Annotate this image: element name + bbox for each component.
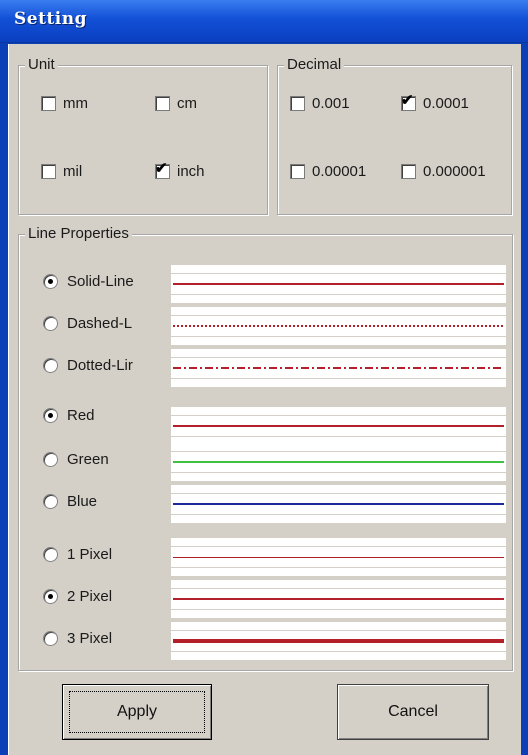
blue-line-sample — [173, 503, 504, 505]
2-pixel-sample — [173, 598, 504, 600]
checkbox-box — [41, 96, 56, 111]
3-pixel-radio[interactable]: 3 Pixel — [43, 630, 112, 647]
checkbox-box — [290, 164, 305, 179]
1-pixel-label: 1 Pixel — [67, 546, 113, 563]
cancel-button[interactable]: Cancel — [337, 684, 489, 740]
unit-mil-checkbox[interactable]: mil — [41, 163, 82, 180]
solid-line-sample — [173, 283, 504, 285]
unit-inch-label: inch — [177, 163, 205, 180]
solid-line-preview — [171, 265, 506, 303]
radio-circle — [43, 452, 58, 467]
checkmark-icon: ✔ — [401, 92, 414, 109]
decimal-0001-checkbox[interactable]: 0.001 — [290, 95, 350, 112]
checkmark-icon: ✔ — [155, 160, 168, 177]
dotted-line-sample — [173, 367, 504, 369]
unit-cm-label: cm — [177, 95, 197, 112]
radio-dot — [48, 279, 53, 284]
decimal-group: Decimal 0.001 ✔ 0.0001 0.00001 0.000001 — [277, 56, 512, 215]
dotted-line-label: Dotted-Lir — [67, 357, 133, 374]
apply-button[interactable]: Apply — [62, 684, 212, 740]
3-pixel-preview — [171, 622, 506, 660]
blue-label: Blue — [67, 493, 98, 510]
decimal-00001-checkbox[interactable]: ✔ 0.0001 — [401, 92, 469, 112]
decimal-000001-checkbox[interactable]: 0.00001 — [290, 163, 366, 180]
setting-dialog: Setting Unit mm cm mil ✔ inch Decimal 0.… — [0, 0, 528, 755]
red-radio[interactable]: Red — [43, 407, 95, 424]
unit-mm-label: mm — [63, 95, 88, 112]
checkbox-box — [155, 96, 170, 111]
checkbox-box — [290, 96, 305, 111]
solid-line-label: Solid-Line — [67, 273, 134, 290]
unit-mm-checkbox[interactable]: mm — [41, 95, 88, 112]
decimal-0000001-checkbox[interactable]: 0.000001 — [401, 163, 486, 180]
cancel-button-label: Cancel — [388, 703, 438, 720]
checkbox-box: ✔ — [401, 92, 416, 111]
checkbox-box — [401, 164, 416, 179]
line-properties-group: Line Properties Solid-Line Dashed-L Dott… — [18, 225, 513, 671]
dialog-body: Unit mm cm mil ✔ inch Decimal 0.001 ✔ 0.… — [8, 44, 521, 755]
3-pixel-label: 3 Pixel — [67, 630, 113, 647]
1-pixel-sample — [173, 557, 504, 558]
radio-circle — [43, 316, 58, 331]
checkbox-box: ✔ — [155, 160, 170, 179]
radio-circle — [43, 408, 58, 423]
decimal-legend: Decimal — [284, 56, 345, 74]
window-title: Setting — [14, 9, 88, 29]
green-radio[interactable]: Green — [43, 451, 109, 468]
unit-inch-checkbox[interactable]: ✔ inch — [155, 160, 205, 180]
dashed-line-sample — [173, 325, 504, 327]
green-preview — [171, 443, 506, 481]
dashed-line-preview — [171, 307, 506, 345]
red-label: Red — [67, 407, 95, 424]
solid-line-radio[interactable]: Solid-Line — [43, 273, 134, 290]
radio-circle — [43, 358, 58, 373]
dashed-line-radio[interactable]: Dashed-L — [43, 315, 132, 332]
checkbox-box — [41, 164, 56, 179]
decimal-000001-label: 0.00001 — [312, 163, 367, 180]
radio-circle — [43, 631, 58, 646]
title-bar[interactable]: Setting — [0, 0, 528, 43]
green-line-sample — [173, 461, 504, 463]
dashed-line-label: Dashed-L — [67, 315, 133, 332]
radio-dot — [48, 594, 53, 599]
2-pixel-radio[interactable]: 2 Pixel — [43, 588, 112, 605]
green-label: Green — [67, 451, 109, 468]
2-pixel-label: 2 Pixel — [67, 588, 113, 605]
3-pixel-sample — [173, 639, 504, 643]
dotted-line-radio[interactable]: Dotted-Lir — [43, 357, 133, 374]
blue-preview — [171, 485, 506, 523]
radio-circle — [43, 547, 58, 562]
radio-circle — [43, 494, 58, 509]
radio-circle — [43, 274, 58, 289]
decimal-00001-label: 0.0001 — [423, 95, 469, 112]
red-preview — [171, 407, 506, 445]
decimal-0001-label: 0.001 — [312, 95, 350, 112]
radio-circle — [43, 589, 58, 604]
radio-dot — [48, 413, 53, 418]
focus-rectangle — [69, 691, 205, 733]
decimal-0000001-label: 0.000001 — [423, 163, 486, 180]
1-pixel-radio[interactable]: 1 Pixel — [43, 546, 112, 563]
dotted-line-preview — [171, 349, 506, 387]
unit-legend: Unit — [25, 56, 58, 74]
unit-group: Unit mm cm mil ✔ inch — [18, 56, 268, 215]
unit-cm-checkbox[interactable]: cm — [155, 95, 197, 112]
1-pixel-preview — [171, 538, 506, 576]
red-line-sample — [173, 425, 504, 427]
blue-radio[interactable]: Blue — [43, 493, 97, 510]
line-properties-legend: Line Properties — [25, 225, 132, 243]
2-pixel-preview — [171, 580, 506, 618]
unit-mil-label: mil — [63, 163, 83, 180]
